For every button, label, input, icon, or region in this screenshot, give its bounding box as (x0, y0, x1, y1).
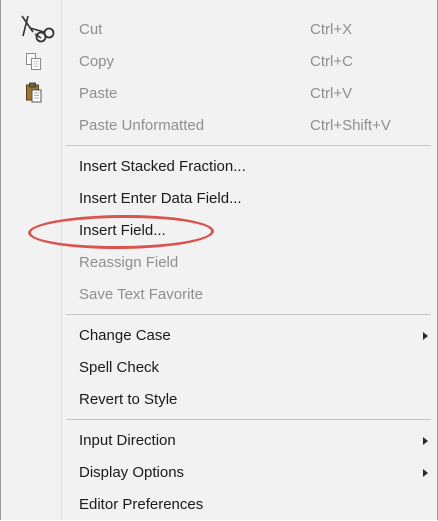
menu-item-shortcut: Ctrl+Shift+V (310, 117, 391, 134)
menu-item-label: Insert Stacked Fraction... (79, 158, 246, 175)
menu-item-spell-check[interactable]: Spell Check (1, 352, 437, 384)
menu-item-label: Reassign Field (79, 254, 179, 271)
context-menu: Cut Ctrl+X Copy Ctrl+C Paste Ctrl+V Past… (0, 0, 438, 520)
menu-item-label: Editor Preferences (79, 496, 204, 513)
menu-item-paste-unformatted[interactable]: Paste Unformatted Ctrl+Shift+V (1, 110, 437, 142)
menu-item-label: Revert to Style (79, 391, 178, 408)
paste-icon (26, 82, 42, 103)
menu-item-insert-stacked-fraction[interactable]: Insert Stacked Fraction... (1, 151, 437, 183)
menu-item-shortcut: Ctrl+V (310, 85, 353, 102)
menu-item-editor-preferences[interactable]: Editor Preferences (1, 489, 437, 521)
menu-separator (66, 314, 431, 315)
menu-item-paste[interactable]: Paste Ctrl+V (1, 78, 437, 110)
copy-icon (26, 53, 41, 70)
menu-item-save-text-favorite[interactable]: Save Text Favorite (1, 279, 437, 311)
menu-item-label: Copy (79, 53, 115, 70)
menu-item-label: Input Direction (79, 432, 176, 449)
menu-item-label: Spell Check (79, 359, 160, 376)
menu-item-revert-to-style[interactable]: Revert to Style (1, 384, 437, 416)
menu-item-cut[interactable]: Cut Ctrl+X (1, 14, 437, 46)
submenu-arrow-icon (423, 469, 428, 477)
submenu-arrow-icon (423, 437, 428, 445)
menu-item-reassign-field[interactable]: Reassign Field (1, 247, 437, 279)
submenu-arrow-icon (423, 332, 428, 340)
menu-separator (66, 419, 431, 420)
menu-item-change-case[interactable]: Change Case (1, 320, 437, 352)
menu-item-shortcut: Ctrl+X (310, 21, 353, 38)
menu-item-display-options[interactable]: Display Options (1, 457, 437, 489)
menu-item-label: Insert Enter Data Field... (79, 190, 242, 207)
menu-item-shortcut: Ctrl+C (310, 53, 353, 70)
menu-item-label: Display Options (79, 464, 185, 481)
menu-item-label: Change Case (79, 327, 171, 344)
menu-item-input-direction[interactable]: Input Direction (1, 425, 437, 457)
scissors-icon (21, 15, 55, 43)
menu-item-label: Save Text Favorite (79, 286, 203, 303)
menu-item-copy[interactable]: Copy Ctrl+C (1, 46, 437, 78)
menu-item-label: Cut (79, 21, 103, 38)
menu-item-insert-enter-data-field[interactable]: Insert Enter Data Field... (1, 183, 437, 215)
menu-item-label: Paste Unformatted (79, 117, 205, 134)
menu-separator (66, 145, 431, 146)
menu-item-label: Paste (79, 85, 118, 102)
